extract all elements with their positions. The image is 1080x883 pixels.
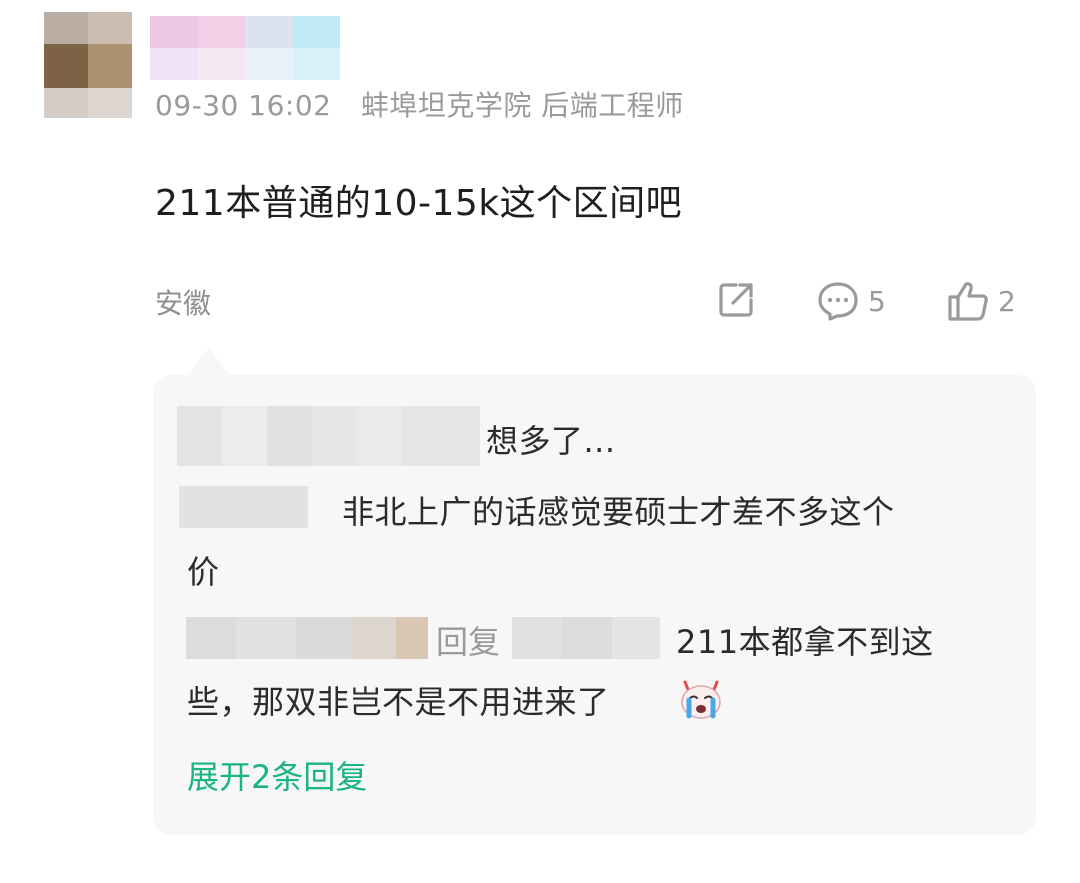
reply-text: 价 xyxy=(187,553,220,591)
reply-target-blurred[interactable] xyxy=(512,617,660,659)
location-label: 安徽 xyxy=(155,287,212,320)
reply-author-blurred[interactable] xyxy=(186,617,428,659)
crying-emoji-icon xyxy=(677,676,725,724)
share-icon xyxy=(719,283,753,317)
username-blurred[interactable] xyxy=(150,16,340,80)
reply-author-blurred[interactable] xyxy=(177,406,480,466)
comment-time: 09-30 16:02 xyxy=(155,89,332,122)
reply-text: 非北上广的话感觉要硕士才差不多这个 xyxy=(342,493,895,531)
reply-text: 211本都拿不到这 xyxy=(676,623,934,661)
panel-pointer xyxy=(189,347,229,375)
reply-text: 些，那双非岂不是不用进来了 xyxy=(187,683,610,721)
comment-count: 5 xyxy=(868,284,886,318)
comment-meta: 09-30 16:02 蚌埠坦克学院 后端工程师 xyxy=(155,84,684,124)
like-icon xyxy=(948,282,988,321)
reply-author-blurred[interactable] xyxy=(179,486,308,528)
comment-text: 211本普通的10-15k这个区间吧 xyxy=(155,183,683,224)
share-button[interactable] xyxy=(716,280,756,320)
comment-icon xyxy=(818,282,858,321)
avatar[interactable] xyxy=(44,12,132,118)
author-info: 蚌埠坦克学院 后端工程师 xyxy=(360,89,684,122)
like-count: 2 xyxy=(998,284,1016,318)
reply-text: 想多了... xyxy=(486,422,616,460)
expand-replies-link[interactable]: 展开2条回复 xyxy=(187,752,367,798)
reply-to-label: 回复 xyxy=(436,623,501,661)
comment-button[interactable]: 5 xyxy=(816,280,886,322)
like-button[interactable]: 2 xyxy=(946,280,1016,322)
